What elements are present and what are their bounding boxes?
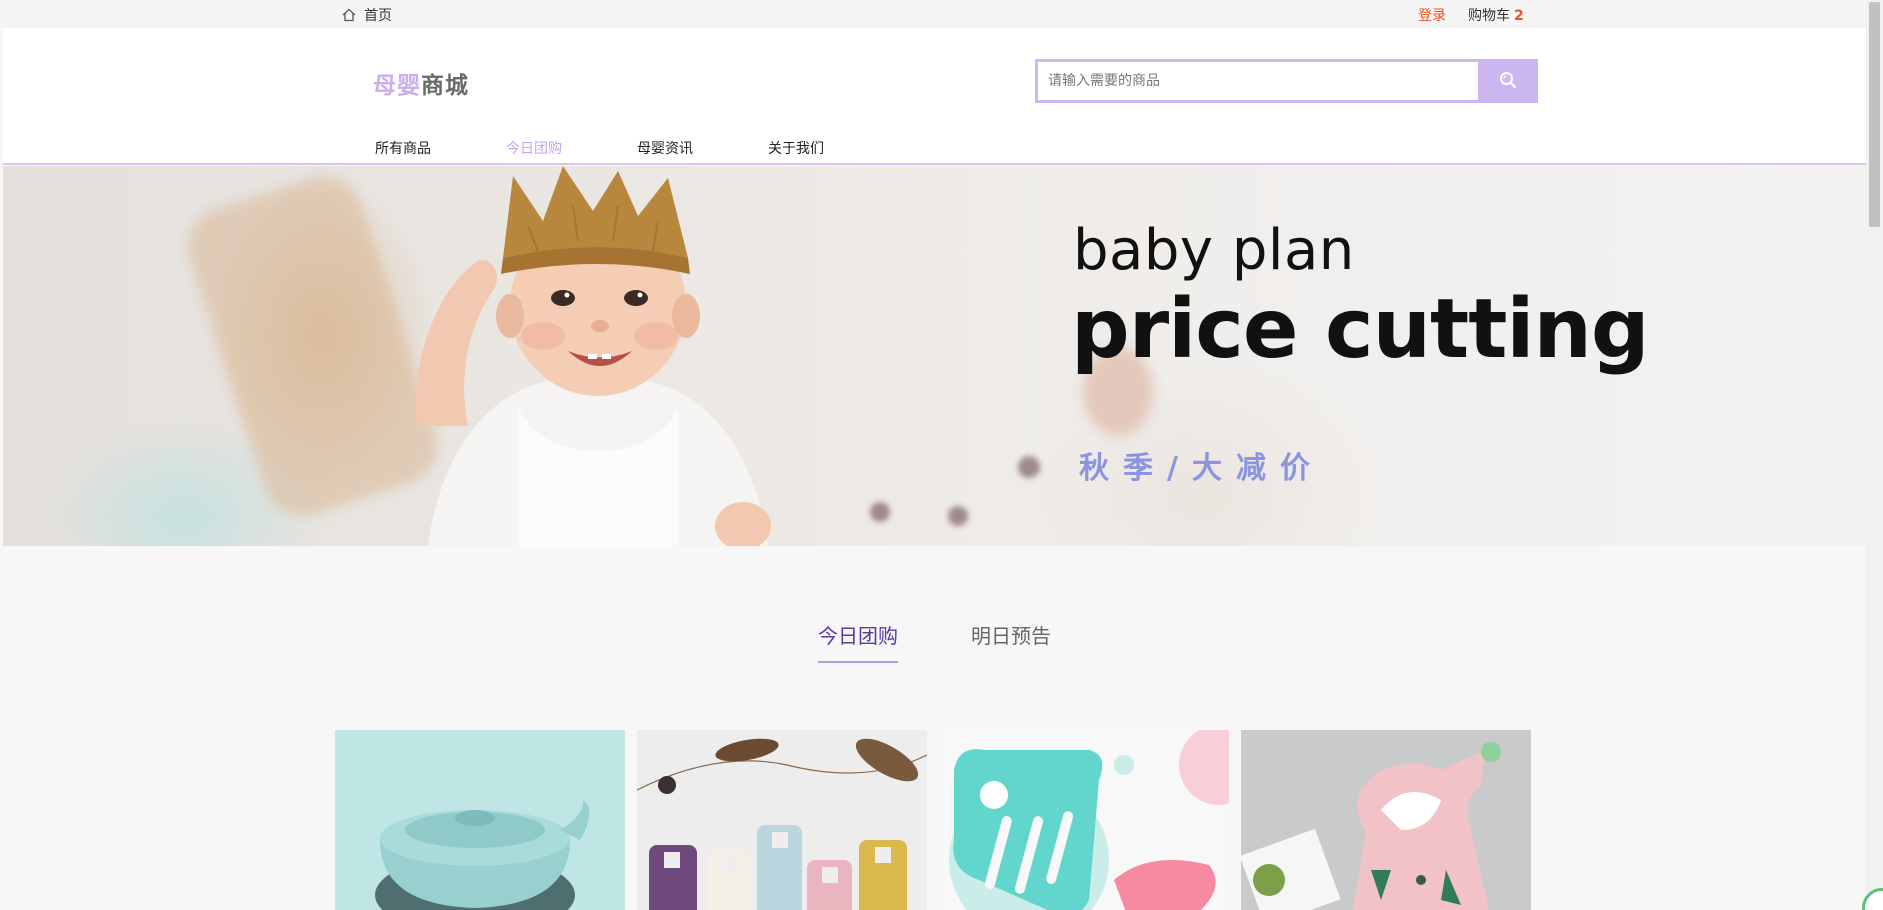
login-link[interactable]: 登录: [1418, 5, 1446, 25]
scrollbar-thumb[interactable]: [1869, 2, 1880, 227]
banner-bg-toy-eye: [948, 506, 968, 526]
product-card-bowl[interactable]: [335, 730, 625, 910]
product-card-socks[interactable]: [637, 730, 927, 910]
page: 首页 登录 购物车2 母婴 商城 所有商: [0, 0, 1883, 910]
site-logo[interactable]: 母婴 商城: [373, 66, 469, 100]
home-icon: [342, 8, 356, 22]
page-scrollbar[interactable]: [1866, 0, 1883, 910]
baby-photo: [416, 166, 771, 546]
banner-headline-large: price cutting: [1071, 282, 1650, 377]
product-image-romper: [1241, 730, 1531, 910]
promo-banner[interactable]: baby plan price cutting 秋季/大减价: [3, 166, 1866, 546]
nav-about-us[interactable]: 关于我们: [768, 138, 824, 158]
home-label: 首页: [364, 8, 392, 24]
banner-bg-toy-eye: [1018, 456, 1040, 478]
product-card-romper[interactable]: [1241, 730, 1531, 910]
banner-bg-toy-eye: [870, 502, 890, 522]
product-image-teether: [939, 730, 1229, 910]
deal-tabs: 今日团购 明日预告: [818, 620, 1124, 663]
top-bar: 首页 登录 购物车 2: [0, 0, 1866, 28]
logo-part-2: 商城: [421, 73, 469, 99]
nav-all-products[interactable]: 所有商品: [375, 138, 431, 158]
search-bar: [1035, 59, 1538, 103]
main-nav: 所有商品 今日团购 母婴资讯 关于我们: [375, 138, 899, 158]
search-button[interactable]: [1478, 59, 1538, 103]
tab-today-deals[interactable]: 今日团购: [818, 620, 898, 663]
banner-subtitle: 秋季/大减价: [1079, 451, 1324, 486]
tab-tomorrow-preview[interactable]: 明日预告: [971, 620, 1051, 663]
nav-baby-news[interactable]: 母婴资讯: [637, 138, 693, 158]
product-image-socks: [637, 730, 927, 910]
product-card-teether[interactable]: [939, 730, 1229, 910]
cart-count-badge: 2: [1514, 8, 1524, 24]
home-link[interactable]: 首页: [342, 5, 392, 25]
site-header: 母婴 商城 所有商品 今日团购 母婴资讯 关于我们: [3, 28, 1866, 165]
banner-headline-small: baby plan: [1073, 218, 1355, 283]
product-grid: [335, 730, 1531, 910]
logo-part-1: 母婴: [373, 73, 421, 99]
cart-label: 购物车: [1468, 8, 1510, 24]
search-input[interactable]: [1035, 59, 1479, 103]
search-icon: [1499, 71, 1517, 92]
nav-today-deals[interactable]: 今日团购: [506, 138, 562, 158]
product-image-bowl: [335, 730, 625, 910]
cart-link[interactable]: 购物车 2: [1468, 5, 1524, 25]
